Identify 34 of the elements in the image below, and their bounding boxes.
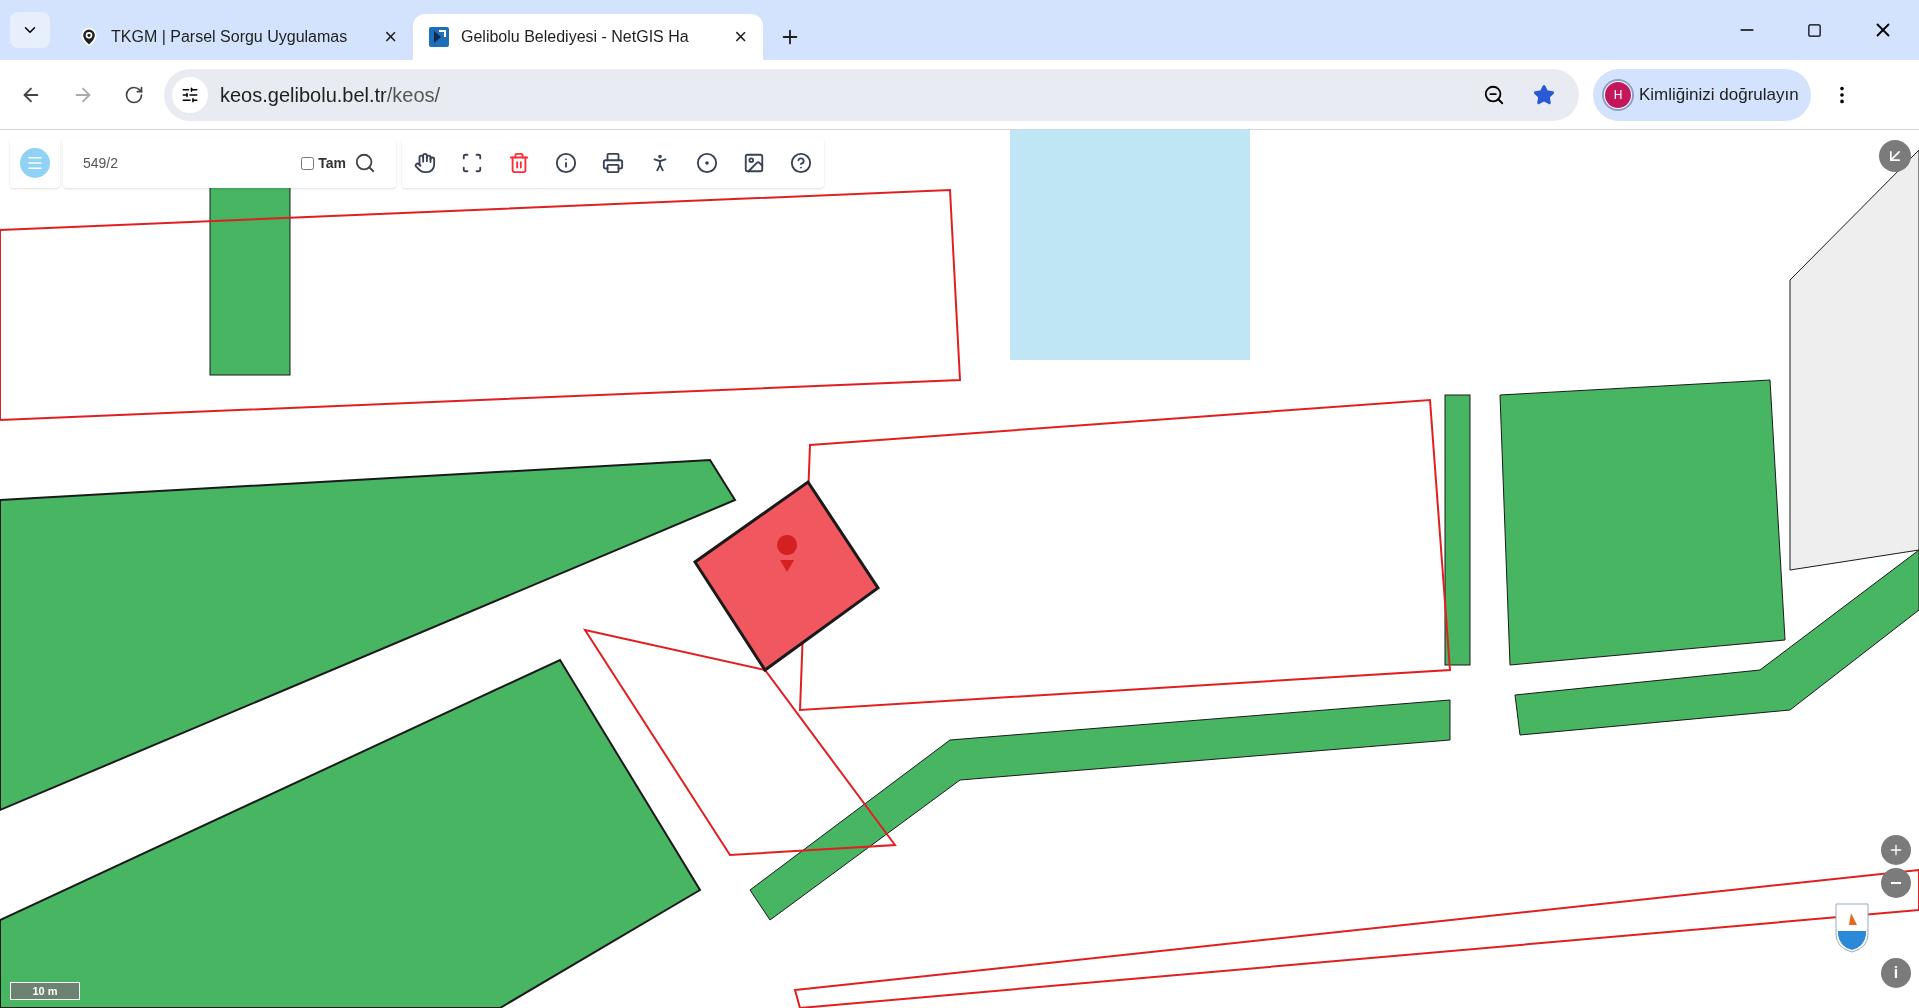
address-bar[interactable]: keos.gelibolu.bel.tr/keos/ — [164, 68, 1579, 121]
site-settings-icon[interactable] — [172, 76, 208, 113]
sliders-icon — [181, 85, 199, 104]
printer-icon[interactable] — [602, 152, 624, 174]
info-icon[interactable] — [555, 152, 577, 174]
close-tab-button[interactable]: × — [734, 26, 747, 48]
browser-tab[interactable]: Gelibolu Belediyesi - NetGIS Ha × — [413, 14, 763, 60]
search-icon[interactable] — [354, 152, 376, 174]
municipality-logo — [1835, 903, 1869, 953]
help-icon[interactable] — [790, 152, 812, 174]
restore-icon[interactable] — [1807, 22, 1822, 38]
zoom-icon[interactable] — [1483, 83, 1505, 106]
full-match-checkbox[interactable] — [301, 156, 315, 170]
minus-icon — [1891, 882, 1901, 884]
trash-icon[interactable] — [508, 152, 530, 174]
site-logo-icon — [429, 27, 449, 47]
selection-icon[interactable] — [461, 152, 483, 174]
avatar-icon: H — [1605, 81, 1631, 108]
scale-bar: 10 m — [10, 982, 80, 1000]
checkbox-label: Tam — [318, 153, 346, 173]
search-field[interactable]: 549/2 — [83, 152, 294, 174]
close-tab-button[interactable]: × — [384, 26, 397, 48]
reload-icon[interactable] — [124, 84, 144, 105]
map-pin-icon — [79, 27, 99, 47]
url-text: keos.gelibolu.bel.tr/keos/ — [220, 82, 441, 108]
bookmark-star-icon[interactable] — [1533, 83, 1555, 106]
hand-icon[interactable] — [414, 152, 436, 174]
tab-title: Gelibolu Belediyesi - NetGIS Ha — [461, 27, 690, 47]
plus-icon — [1888, 842, 1904, 858]
image-icon[interactable] — [743, 152, 765, 174]
browser-tab[interactable]: TKGM | Parsel Sorgu Uygulamas × — [63, 14, 413, 60]
profile-button[interactable]: H Kimliğinizi doğrulayın — [1593, 68, 1811, 121]
lines-icon — [26, 154, 44, 172]
tab-title: TKGM | Parsel Sorgu Uygulamas — [111, 27, 349, 47]
